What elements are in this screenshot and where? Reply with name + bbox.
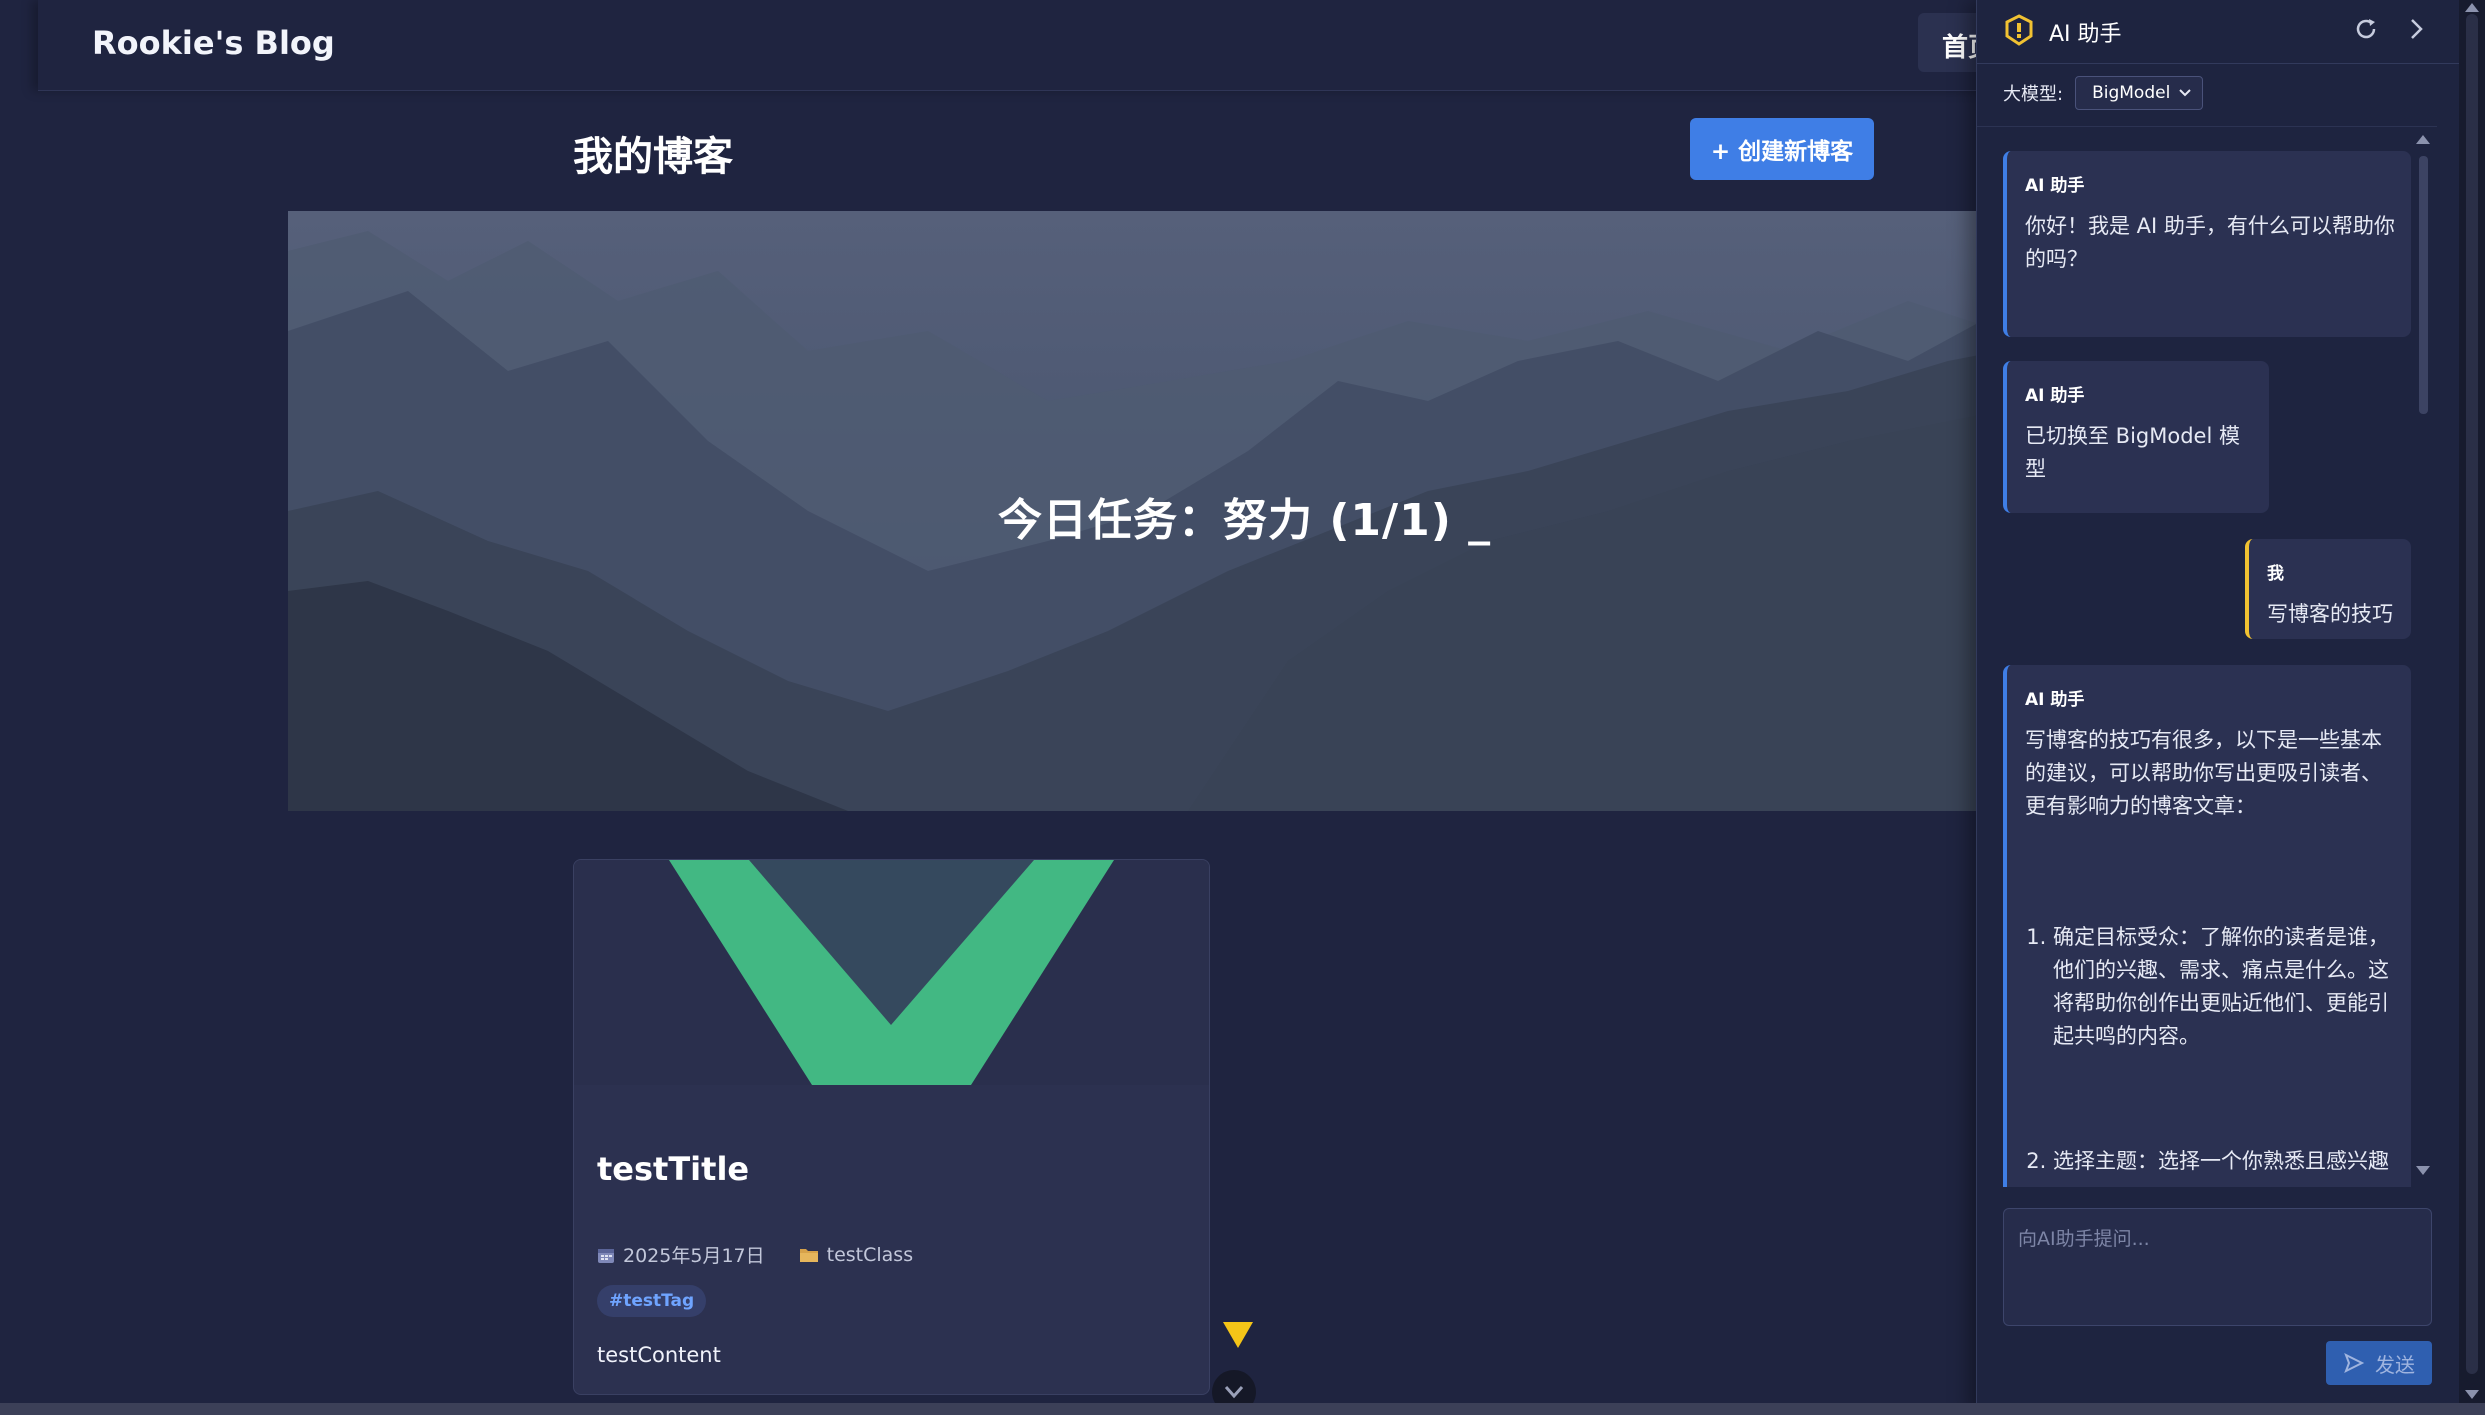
message-sender: AI 助手 [2025,690,2085,710]
triangle-down-icon [1223,1322,1253,1348]
post-excerpt: testContent [597,1343,721,1367]
chevron-down-icon [2179,89,2191,97]
message-list-item: 确定目标受众：了解你的读者是谁，他们的兴趣、需求、痛点是什么。这将帮助你创作出更… [2053,921,2395,1053]
ai-question-input[interactable]: 向AI助手提问... [2003,1208,2432,1326]
message-list-item: 选择主题：选择一个你熟悉且感兴趣 [2053,1145,2395,1178]
scroll-down-arrow-icon[interactable] [2412,1162,2434,1178]
hero-banner: 今日任务：努力 (1/1) _ [288,211,2000,811]
post-date: 2025年5月17日 [623,1245,765,1267]
chat-scrollbar-thumb[interactable] [2419,156,2428,414]
create-blog-button[interactable]: + 创建新博客 [1690,118,1874,180]
post-meta: 2025年5月17日 testClass [597,1241,913,1268]
message-text: 写博客的技巧有很多，以下是一些基本的建议，可以帮助你写出更吸引读者、更有影响力的… [2025,728,2382,818]
message-sender: AI 助手 [2025,176,2085,196]
post-category[interactable]: testClass [827,1244,913,1266]
refresh-icon[interactable] [2353,16,2379,42]
page-title: 我的博客 [573,134,733,180]
message-sender: AI 助手 [2025,386,2085,406]
ai-input-placeholder: 向AI助手提问... [2018,1228,2150,1250]
page-scrollbar[interactable] [2459,0,2485,1415]
chat-scrollbar[interactable] [2412,126,2434,1186]
model-select-value: BigModel [2092,83,2171,103]
message-list: 确定目标受众：了解你的读者是谁，他们的兴趣、需求、痛点是什么。这将帮助你创作出更… [2025,921,2395,1178]
top-navigation: Rookie's Blog 首页 [38,0,2038,91]
site-brand[interactable]: Rookie's Blog [92,24,335,62]
post-tag[interactable]: #testTag [597,1285,707,1317]
daily-task-text: 今日任务：努力 (1/1) _ [998,495,1492,546]
horizontal-scrollbar[interactable] [0,1403,2485,1415]
ai-panel-title: AI 助手 [2049,22,2122,47]
chat-message-assistant: AI 助手 你好！我是 AI 助手，有什么可以帮助你的吗？ [2003,151,2411,337]
folder-icon [799,1249,818,1262]
ai-assistant-logo-icon [2005,14,2033,46]
send-button[interactable]: 发送 [2326,1341,2432,1385]
page-scrollbar-thumb[interactable] [2466,14,2478,1374]
post-thumbnail [574,860,1209,1085]
model-label: 大模型: [2003,84,2064,105]
send-button-label: 发送 [2375,1352,2415,1377]
chevron-right-icon[interactable] [2403,16,2429,42]
chevron-down-icon [1224,1386,1244,1399]
chat-message-list[interactable]: AI 助手 你好！我是 AI 助手，有什么可以帮助你的吗？ AI 助手 已切换至… [1977,126,2437,1187]
chat-message-assistant: AI 助手 写博客的技巧有很多，以下是一些基本的建议，可以帮助你写出更吸引读者、… [2003,665,2411,1187]
ai-assistant-panel: AI 助手 大模型: BigModel AI 助手 你好！我是 AI 助手，有什… [1976,0,2460,1415]
chat-message-assistant: AI 助手 已切换至 BigModel 模型 [2003,361,2269,513]
scroll-down-arrow-icon[interactable] [2459,1386,2485,1402]
vue-logo-image [669,860,1114,1085]
message-text: 已切换至 BigModel 模型 [2025,424,2240,481]
message-text: 写博客的技巧 [2267,602,2393,626]
chat-message-user: 我 写博客的技巧 [2245,539,2411,639]
message-sender: 我 [2267,564,2284,584]
send-icon [2344,1352,2365,1374]
model-selector-row: 大模型: BigModel [2003,76,2204,110]
post-title[interactable]: testTitle [597,1150,749,1188]
scroll-up-arrow-icon[interactable] [2412,132,2434,148]
model-select[interactable]: BigModel [2075,76,2204,110]
calendar-icon [598,1248,614,1263]
create-blog-label: + 创建新博客 [1710,139,1854,165]
message-text: 你好！我是 AI 助手，有什么可以帮助你的吗？ [2025,214,2395,271]
ai-panel-header: AI 助手 [1977,0,2460,64]
blog-post-card[interactable]: testTitle 2025年5月17日 testClass #testTag … [573,859,1210,1395]
